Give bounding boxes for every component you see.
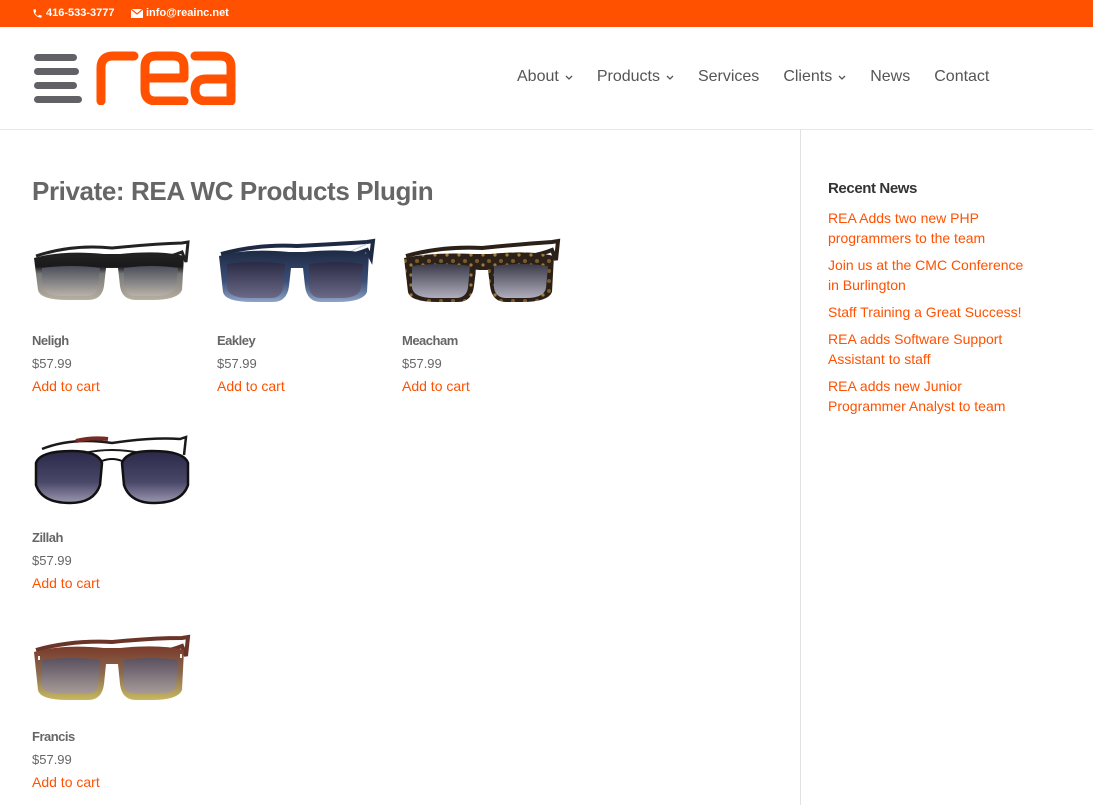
product-name[interactable]: Francis bbox=[32, 729, 75, 744]
product-price: $57.99 bbox=[32, 752, 72, 767]
product-price: $57.99 bbox=[32, 553, 72, 568]
product-card: Meacham $57.99 Add to cart bbox=[402, 238, 562, 394]
product-image[interactable] bbox=[32, 435, 192, 511]
sidebar: Recent News REA Adds two new PHP program… bbox=[828, 180, 1028, 423]
nav-label: News bbox=[870, 68, 911, 85]
logo-bar bbox=[34, 54, 77, 61]
nav-about[interactable]: About bbox=[517, 68, 573, 86]
product-card: Neligh $57.99 Add to cart bbox=[32, 238, 192, 394]
product-card: Francis $57.99 Add to cart bbox=[32, 634, 192, 790]
top-bar: 416-533-3777 info@reainc.net bbox=[0, 0, 1093, 27]
chevron-down-icon bbox=[666, 75, 674, 80]
product-name[interactable]: Meacham bbox=[402, 333, 458, 348]
page-title: Private: REA WC Products Plugin bbox=[32, 176, 434, 206]
nav-label: Products bbox=[596, 68, 660, 85]
logo-wordmark bbox=[96, 51, 236, 105]
product-image[interactable] bbox=[217, 238, 377, 314]
product-name[interactable]: Neligh bbox=[32, 333, 69, 348]
main-content: Private: REA WC Products Plugin Neligh $… bbox=[0, 130, 800, 805]
product-image[interactable] bbox=[32, 238, 192, 314]
rea-logo[interactable] bbox=[34, 51, 236, 105]
nav-label: Services bbox=[697, 68, 760, 85]
product-price: $57.99 bbox=[402, 356, 442, 371]
nav-services[interactable]: Services bbox=[698, 68, 759, 86]
email-contact[interactable]: info@reainc.net bbox=[131, 7, 229, 19]
recent-news-heading: Recent News bbox=[828, 180, 917, 197]
add-to-cart-button[interactable]: Add to cart bbox=[217, 378, 285, 394]
news-link[interactable]: REA adds new Junior Programmer Analyst t… bbox=[828, 376, 1028, 416]
nav-label: Contact bbox=[934, 68, 990, 85]
nav-products[interactable]: Products bbox=[597, 68, 674, 86]
product-image[interactable] bbox=[402, 238, 562, 314]
add-to-cart-button[interactable]: Add to cart bbox=[32, 774, 100, 790]
product-price: $57.99 bbox=[32, 356, 72, 371]
recent-news-list: REA Adds two new PHP programmers to the … bbox=[828, 208, 1028, 416]
phone-icon bbox=[32, 8, 43, 19]
product-image[interactable] bbox=[32, 634, 192, 710]
envelope-icon bbox=[131, 8, 143, 18]
product-name[interactable]: Eakley bbox=[217, 333, 256, 348]
logo-bar bbox=[34, 82, 77, 89]
email-address: info@reainc.net bbox=[146, 7, 229, 19]
logo-bar bbox=[34, 96, 82, 103]
news-link[interactable]: Join us at the CMC Conference in Burling… bbox=[828, 255, 1028, 295]
product-price: $57.99 bbox=[217, 356, 257, 371]
add-to-cart-button[interactable]: Add to cart bbox=[32, 575, 100, 591]
chevron-down-icon bbox=[838, 75, 846, 80]
product-card: Eakley $57.99 Add to cart bbox=[217, 238, 377, 394]
news-link[interactable]: Staff Training a Great Success! bbox=[828, 302, 1028, 322]
nav-news[interactable]: News bbox=[870, 68, 910, 86]
add-to-cart-button[interactable]: Add to cart bbox=[32, 378, 100, 394]
add-to-cart-button[interactable]: Add to cart bbox=[402, 378, 470, 394]
phone-number: 416-533-3777 bbox=[46, 7, 115, 19]
nav-label: Clients bbox=[783, 68, 833, 85]
logo-bar bbox=[34, 68, 79, 75]
news-link[interactable]: REA adds Software Support Assistant to s… bbox=[828, 329, 1028, 369]
nav-contact[interactable]: Contact bbox=[934, 68, 989, 86]
main-nav: About Products Services Clients News Con… bbox=[517, 68, 989, 86]
sidebar-divider bbox=[800, 130, 801, 805]
nav-label: About bbox=[517, 68, 559, 85]
phone-contact[interactable]: 416-533-3777 bbox=[32, 7, 115, 19]
nav-clients[interactable]: Clients bbox=[783, 68, 846, 86]
product-card: Zillah $57.99 Add to cart bbox=[32, 435, 192, 591]
news-link[interactable]: REA Adds two new PHP programmers to the … bbox=[828, 208, 1028, 248]
product-name[interactable]: Zillah bbox=[32, 530, 63, 545]
chevron-down-icon bbox=[565, 75, 573, 80]
site-header: About Products Services Clients News Con… bbox=[0, 27, 1093, 130]
